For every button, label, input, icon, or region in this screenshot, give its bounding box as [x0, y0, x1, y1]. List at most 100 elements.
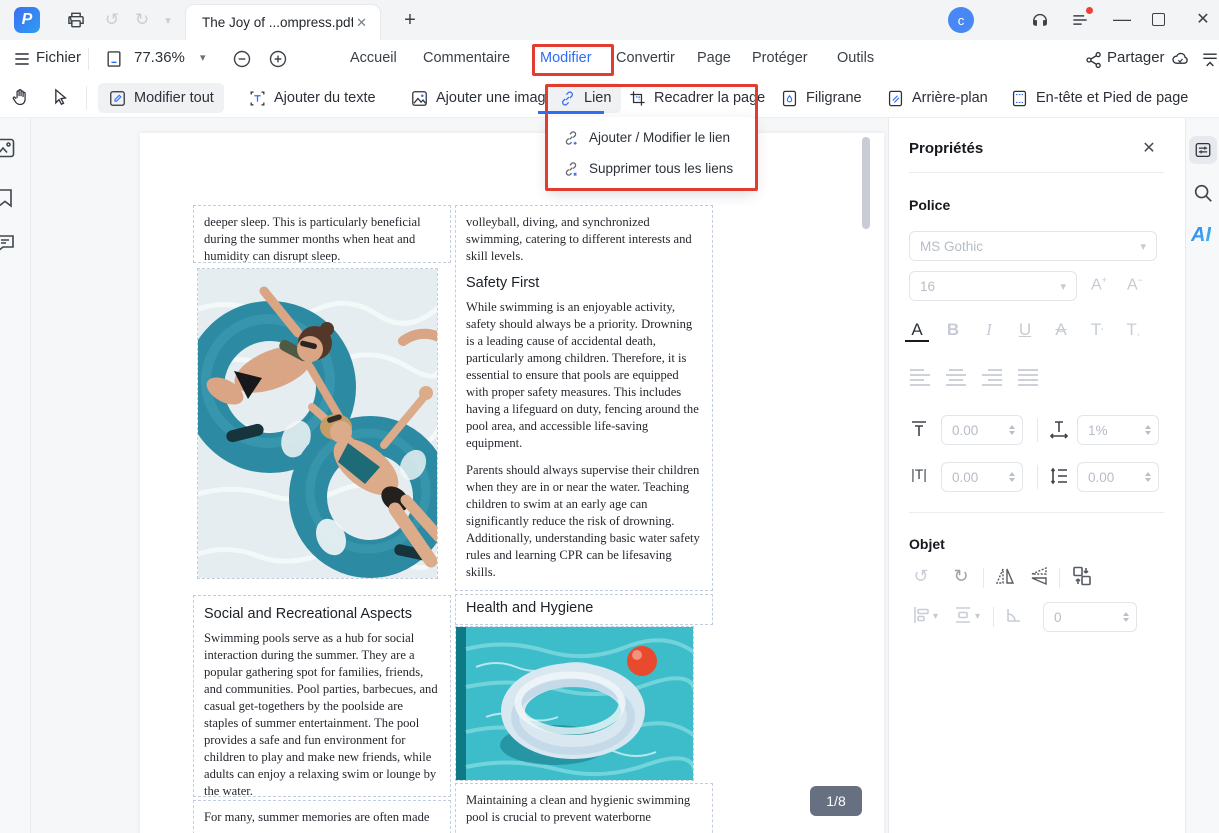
text-block[interactable]: volleyball, diving, and synchronized swi… [455, 205, 713, 591]
align-justify-icon[interactable] [1017, 368, 1039, 386]
subscript-button[interactable]: T, [1121, 320, 1145, 340]
tab-commentaire[interactable]: Commentaire [423, 50, 510, 66]
tab-outils[interactable]: Outils [837, 50, 874, 66]
flip-vertical-icon[interactable] [1029, 566, 1049, 586]
rotation-angle-input[interactable] [1043, 602, 1137, 632]
add-text-button[interactable]: Ajouter du texte [238, 83, 386, 113]
search-icon[interactable] [1192, 182, 1214, 204]
scrollbar-thumb[interactable] [862, 137, 870, 229]
tab-page[interactable]: Page [697, 50, 731, 66]
properties-tab-active[interactable] [1189, 136, 1217, 164]
cloud-sync-icon[interactable] [1170, 49, 1190, 69]
rotate-left-icon[interactable]: ↺ [911, 566, 931, 586]
zoom-in-icon[interactable] [268, 49, 288, 69]
pool-photo-women-tubes[interactable] [197, 268, 438, 579]
maximize-button[interactable] [1152, 13, 1165, 26]
replace-object-icon[interactable] [1070, 564, 1094, 588]
char-spacing-input[interactable] [941, 415, 1023, 445]
text-block[interactable]: deeper sleep. This is particularly benef… [193, 205, 451, 263]
page-indicator[interactable]: 1/8 [810, 786, 862, 816]
horizontal-scale-input[interactable] [1077, 415, 1159, 445]
tab-proteger[interactable]: Protéger [752, 50, 808, 66]
stepper[interactable] [1006, 425, 1018, 435]
file-menu[interactable]: Fichier [36, 49, 81, 66]
tab-accueil[interactable]: Accueil [350, 50, 397, 66]
hand-tool-icon[interactable] [10, 87, 30, 107]
pool-photo-ring[interactable] [455, 626, 694, 781]
close-window-button[interactable]: ✕ [1191, 8, 1215, 32]
rotation-angle-field[interactable] [1044, 609, 1120, 625]
strikethrough-button[interactable]: A [1049, 320, 1073, 340]
history-caret-icon[interactable]: ▾ [158, 10, 178, 30]
header-footer-button[interactable]: En-tête et Pied de page [1000, 83, 1198, 113]
tab-modifier[interactable]: Modifier [540, 50, 592, 66]
stepper[interactable] [1119, 612, 1132, 622]
minimize-button[interactable]: — [1110, 8, 1134, 32]
caret-down-icon[interactable]: ▾ [975, 611, 995, 631]
bold-button[interactable]: B [941, 320, 965, 340]
align-right-icon[interactable] [981, 368, 1003, 386]
print-icon[interactable] [66, 10, 86, 30]
edit-all-button[interactable]: Modifier tout [98, 83, 224, 113]
increase-font-icon[interactable]: A+ [1091, 275, 1107, 294]
link-button[interactable]: Lien [548, 83, 622, 113]
char-spacing-field[interactable] [942, 422, 1006, 438]
redo-icon[interactable]: ↻ [132, 10, 152, 30]
tab-close-icon[interactable]: ✕ [353, 15, 370, 31]
add-image-button[interactable]: Ajouter une image [400, 83, 564, 113]
text-block[interactable]: Social and Recreational Aspects Swimming… [193, 595, 451, 797]
new-tab-button[interactable]: + [398, 8, 422, 32]
decrease-font-icon[interactable]: A− [1127, 275, 1143, 294]
line-spacing-field[interactable] [1078, 469, 1142, 485]
underline-button[interactable]: U [1013, 320, 1037, 340]
font-color-button[interactable]: A [905, 320, 929, 342]
align-left-icon[interactable] [909, 368, 931, 386]
page-fit-icon[interactable] [104, 49, 124, 69]
stepper[interactable] [1142, 425, 1154, 435]
collapse-toolbar-icon[interactable] [1200, 50, 1219, 70]
background-button[interactable]: Arrière-plan [876, 83, 998, 113]
superscript-button[interactable]: T' [1085, 320, 1109, 340]
support-headset-icon[interactable] [1030, 10, 1050, 30]
horizontal-scale-field[interactable] [1078, 422, 1142, 438]
font-size-select[interactable]: 16 ▾ [909, 271, 1077, 301]
rotate-right-icon[interactable]: ↻ [951, 566, 971, 586]
comments-panel-icon[interactable] [0, 231, 17, 255]
properties-close-icon[interactable]: ✕ [1139, 138, 1159, 158]
share-icon[interactable] [1084, 50, 1104, 70]
ai-assistant-icon[interactable]: AI [1191, 224, 1211, 247]
zoom-level[interactable]: 77.36% [134, 49, 185, 66]
text-block[interactable]: For many, summer memories are often made [193, 800, 451, 833]
menu-item-remove-all-links[interactable]: Supprimer tous les liens [548, 153, 755, 184]
stepper[interactable] [1006, 472, 1018, 482]
align-center-icon[interactable] [945, 368, 967, 386]
edit-all-label: Modifier tout [134, 90, 214, 106]
italic-button[interactable]: I [977, 320, 1001, 340]
text-block[interactable]: Health and Hygiene [455, 594, 713, 625]
align-objects-icon[interactable] [911, 605, 931, 625]
distribute-objects-icon[interactable] [953, 605, 973, 625]
tab-convertir[interactable]: Convertir [616, 50, 675, 66]
flip-horizontal-icon[interactable] [995, 566, 1015, 586]
undo-icon[interactable]: ↺ [102, 10, 122, 30]
pdf-page[interactable]: deeper sleep. This is particularly benef… [140, 133, 884, 833]
watermark-button[interactable]: Filigrane [770, 83, 872, 113]
menu-item-add-edit-link[interactable]: Ajouter / Modifier le lien [548, 122, 755, 153]
document-tab[interactable]: The Joy of ...ompress.pdf ✕ [185, 4, 381, 40]
word-spacing-input[interactable] [941, 462, 1023, 492]
text-block[interactable]: Maintaining a clean and hygienic swimmin… [455, 783, 713, 833]
crop-page-button[interactable]: Recadrer la page [618, 83, 775, 113]
menu-notifications-icon[interactable] [1070, 7, 1093, 30]
share-label[interactable]: Partager [1107, 49, 1165, 66]
stepper[interactable] [1142, 472, 1154, 482]
thumbnails-panel-icon[interactable] [0, 136, 17, 160]
word-spacing-field[interactable] [942, 469, 1006, 485]
zoom-out-icon[interactable] [232, 49, 252, 69]
bookmarks-panel-icon[interactable] [0, 186, 17, 210]
zoom-caret-icon[interactable]: ▾ [200, 51, 206, 64]
caret-down-icon[interactable]: ▾ [933, 611, 953, 631]
line-spacing-input[interactable] [1077, 462, 1159, 492]
user-avatar[interactable]: c [948, 7, 974, 33]
font-family-select[interactable]: MS Gothic ▾ [909, 231, 1157, 261]
select-cursor-icon[interactable] [50, 87, 70, 107]
